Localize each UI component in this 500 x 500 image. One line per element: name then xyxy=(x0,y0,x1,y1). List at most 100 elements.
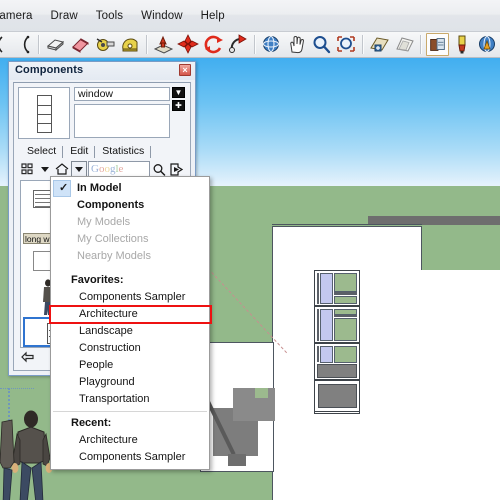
arc-icon[interactable] xyxy=(11,33,34,56)
materials-icon[interactable] xyxy=(451,33,474,56)
building-roof-edge-line xyxy=(272,224,422,225)
follow-me-icon[interactable] xyxy=(227,33,250,56)
window-glass-blue-3 xyxy=(320,346,333,363)
window-mullion xyxy=(317,273,319,304)
collections-dropdown-menu[interactable]: ✓ In Model Components My Models My Colle… xyxy=(49,176,212,470)
dropdown-item-architecture[interactable]: Architecture xyxy=(49,305,212,324)
shadow-icon[interactable] xyxy=(393,33,416,56)
tab-statistics[interactable]: Statistics xyxy=(95,144,152,159)
dropdown-separator xyxy=(53,411,207,412)
details-flyout-button[interactable]: ▼ xyxy=(172,87,185,98)
dropdown-item-landscape[interactable]: Landscape xyxy=(51,323,209,340)
window-transom xyxy=(334,315,357,317)
dropdown-item-transportation[interactable]: Transportation xyxy=(51,391,209,408)
dropdown-item-label: In Model xyxy=(77,182,122,194)
menu-item-camera[interactable]: Camera xyxy=(0,8,42,24)
check-icon: ✓ xyxy=(59,182,69,194)
rotate-icon[interactable] xyxy=(202,33,225,56)
component-description-box[interactable] xyxy=(74,104,170,138)
component-header-row: ▼ ✚ xyxy=(18,87,186,139)
tab-edit[interactable]: Edit xyxy=(63,144,96,159)
styles-icon[interactable] xyxy=(476,33,499,56)
arc-partial-icon[interactable] xyxy=(0,33,9,56)
protractor-icon[interactable] xyxy=(119,33,142,56)
dropdown-item-in-model[interactable]: ✓ In Model xyxy=(51,180,209,197)
dropdown-item-recent-components-sampler[interactable]: Components Sampler xyxy=(51,449,209,466)
thumbnail-window-glyph xyxy=(37,95,52,133)
window-glass-green-1b xyxy=(334,296,357,304)
dropdown-item-recent-architecture[interactable]: Architecture xyxy=(51,432,209,449)
dropdown-item-my-models[interactable]: My Models xyxy=(51,214,209,231)
stair-ramp-small-step xyxy=(228,454,246,466)
menu-item-help[interactable]: Help xyxy=(192,8,234,24)
search-input[interactable]: Google xyxy=(88,161,150,177)
window-glass-green-3 xyxy=(334,346,357,363)
view-options-icon[interactable] xyxy=(20,161,36,177)
tape-measure-icon[interactable] xyxy=(94,33,117,56)
toolbar-separator xyxy=(362,35,364,54)
back-navigation-icon[interactable] xyxy=(20,349,36,365)
orbit-icon[interactable] xyxy=(260,33,283,56)
push-pull-icon[interactable] xyxy=(152,33,175,56)
dropdown-item-my-collections[interactable]: My Collections xyxy=(51,231,209,248)
dropdown-item-playground[interactable]: Playground xyxy=(51,374,209,391)
dropdown-item-label: Landscape xyxy=(79,325,133,337)
dropdown-item-label: Nearby Models xyxy=(77,250,151,262)
dropdown-header-recent: Recent: xyxy=(51,415,209,432)
menu-item-tools[interactable]: Tools xyxy=(87,8,132,24)
dropdown-item-construction[interactable]: Construction xyxy=(51,340,209,357)
eraser-icon[interactable] xyxy=(44,33,67,56)
tab-edit-label: Edit xyxy=(70,145,89,157)
tab-divider xyxy=(150,146,152,158)
components-tab-strip: Select Edit Statistics xyxy=(20,144,186,159)
dropdown-item-label: Construction xyxy=(79,342,141,354)
dropdown-item-label: Playground xyxy=(79,376,135,388)
tab-select[interactable]: Select xyxy=(20,144,64,159)
dropdown-item-components[interactable]: Components xyxy=(51,197,209,214)
pan-icon[interactable] xyxy=(285,33,308,56)
dropdown-item-label: Architecture xyxy=(79,434,138,446)
dropdown-item-nearby-models[interactable]: Nearby Models xyxy=(51,248,209,265)
menu-item-draw[interactable]: Draw xyxy=(42,8,87,24)
window-mullion xyxy=(317,346,319,362)
components-dialog-titlebar[interactable]: Components × xyxy=(9,62,195,80)
search-icon[interactable] xyxy=(151,161,167,177)
menu-bar: Camera Draw Tools Window Help xyxy=(0,0,500,32)
go-forward-icon[interactable] xyxy=(168,161,184,177)
component-name-input[interactable] xyxy=(74,87,170,101)
move-icon[interactable] xyxy=(177,33,200,56)
main-toolbar xyxy=(0,32,500,58)
zoom-icon[interactable] xyxy=(310,33,333,56)
view-options-chevron-down-icon[interactable] xyxy=(37,161,53,177)
section-plane-icon[interactable] xyxy=(368,33,391,56)
axis-dotted-line-horizontal xyxy=(0,388,34,389)
window-mullion xyxy=(317,309,319,341)
dropdown-spacer xyxy=(51,265,209,272)
dropdown-item-people[interactable]: People xyxy=(51,357,209,374)
component-action-buttons: ▼ ✚ xyxy=(172,87,186,113)
add-component-button[interactable]: ✚ xyxy=(172,100,185,111)
window-panel-2 xyxy=(314,306,360,343)
components-icon[interactable] xyxy=(426,33,449,56)
google-placeholder: Google xyxy=(91,163,124,175)
home-icon[interactable] xyxy=(54,161,70,177)
nav-dropdown-chevron-down-icon[interactable] xyxy=(71,161,87,177)
menu-item-window[interactable]: Window xyxy=(132,8,192,24)
window-panel-1 xyxy=(314,270,360,306)
window-glass-gray-detached xyxy=(318,384,357,408)
close-icon[interactable]: × xyxy=(179,64,191,76)
window-glass-blue-2 xyxy=(320,309,333,341)
zoom-extents-icon[interactable] xyxy=(335,33,358,56)
window-glass-green-1 xyxy=(334,273,357,292)
stair-ramp-tread-green xyxy=(255,388,268,398)
window-panel-3 xyxy=(314,343,360,380)
components-dialog-title: Components xyxy=(15,64,84,76)
paint-bucket-icon[interactable] xyxy=(69,33,92,56)
toolbar-separator xyxy=(420,35,422,54)
dropdown-item-label: Transportation xyxy=(79,393,150,405)
window-component-thumbnail[interactable] xyxy=(18,87,70,139)
dropdown-item-label: Components Sampler xyxy=(79,451,186,463)
dropdown-item-components-sampler[interactable]: Components Sampler xyxy=(51,289,209,306)
dropdown-item-label: Components xyxy=(77,199,145,211)
dropdown-item-label: My Collections xyxy=(77,233,149,245)
